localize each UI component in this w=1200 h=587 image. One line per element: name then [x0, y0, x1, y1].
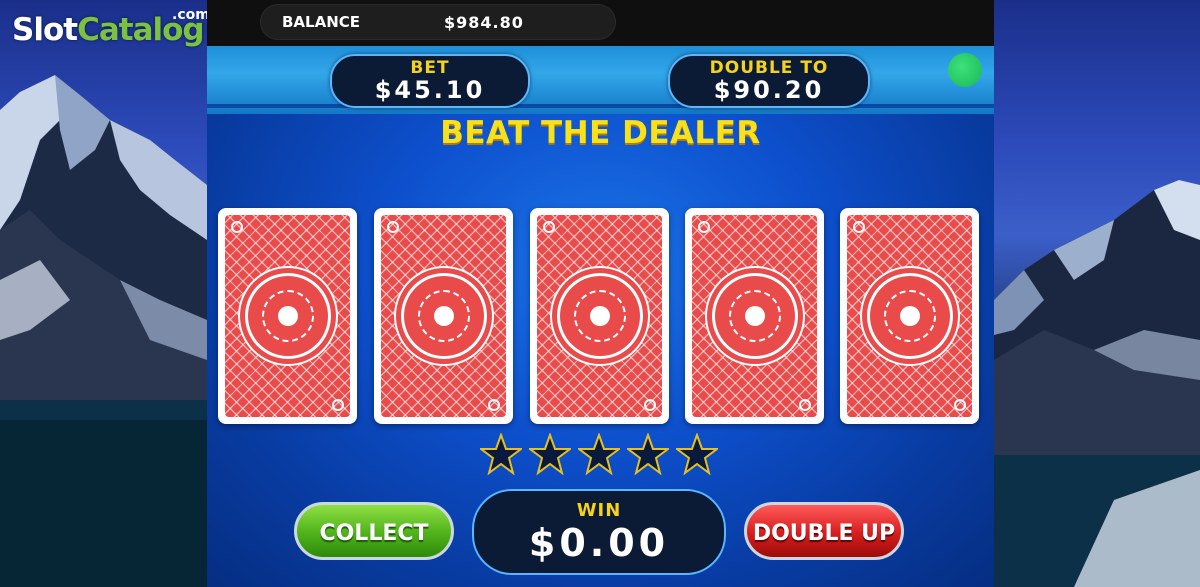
win-display: WIN $0.00 — [472, 489, 726, 575]
bet-bar: BET $45.10 DOUBLE TO $90.20 — [207, 46, 994, 114]
game-area: BALANCE $984.80 BET $45.10 DOUBLE TO $90… — [207, 0, 994, 587]
card-row — [218, 208, 984, 424]
win-value: $0.00 — [528, 521, 670, 565]
right-scenery-background — [994, 0, 1200, 587]
double-to-display: DOUBLE TO $90.20 — [668, 54, 870, 108]
player-card-3[interactable] — [685, 208, 824, 424]
star-icon — [480, 433, 522, 475]
logo-suffix: .com — [172, 7, 207, 23]
mountain-illustration — [0, 75, 207, 587]
player-card-4[interactable] — [840, 208, 979, 424]
balance-label: BALANCE — [282, 13, 361, 31]
player-card-2[interactable] — [530, 208, 669, 424]
double-to-value: $90.20 — [713, 76, 825, 104]
card-back-icon — [247, 276, 328, 356]
double-to-label: DOUBLE TO — [709, 58, 829, 78]
progress-stars — [480, 433, 720, 477]
dealer-card — [218, 208, 357, 424]
balance-display: BALANCE $984.80 — [260, 4, 616, 40]
bet-label: BET — [410, 58, 450, 78]
card-back-icon — [559, 276, 640, 356]
star-icon — [529, 433, 571, 475]
card-back-icon — [714, 276, 795, 356]
card-back-icon — [869, 276, 950, 356]
player-card-1[interactable] — [374, 208, 513, 424]
mountain-illustration — [994, 180, 1200, 587]
double-up-button[interactable]: DOUBLE UP — [744, 502, 904, 560]
left-scenery-background: SlotCatalog .com — [0, 0, 207, 587]
game-headline: BEAT THE DEALER — [440, 115, 761, 151]
card-back-icon — [403, 276, 484, 356]
top-bar: BALANCE $984.80 — [207, 0, 994, 46]
bet-display: BET $45.10 — [330, 54, 530, 108]
star-icon — [627, 433, 669, 475]
logo-word-slot: Slot — [12, 12, 78, 48]
bet-value: $45.10 — [374, 76, 486, 104]
star-icon — [578, 433, 620, 475]
slotcatalog-logo: SlotCatalog .com — [12, 7, 207, 48]
balance-value: $984.80 — [444, 13, 524, 32]
win-label: WIN — [576, 500, 622, 521]
star-icon — [676, 433, 718, 475]
collect-button[interactable]: COLLECT — [294, 502, 454, 560]
status-indicator-dot — [948, 53, 982, 87]
